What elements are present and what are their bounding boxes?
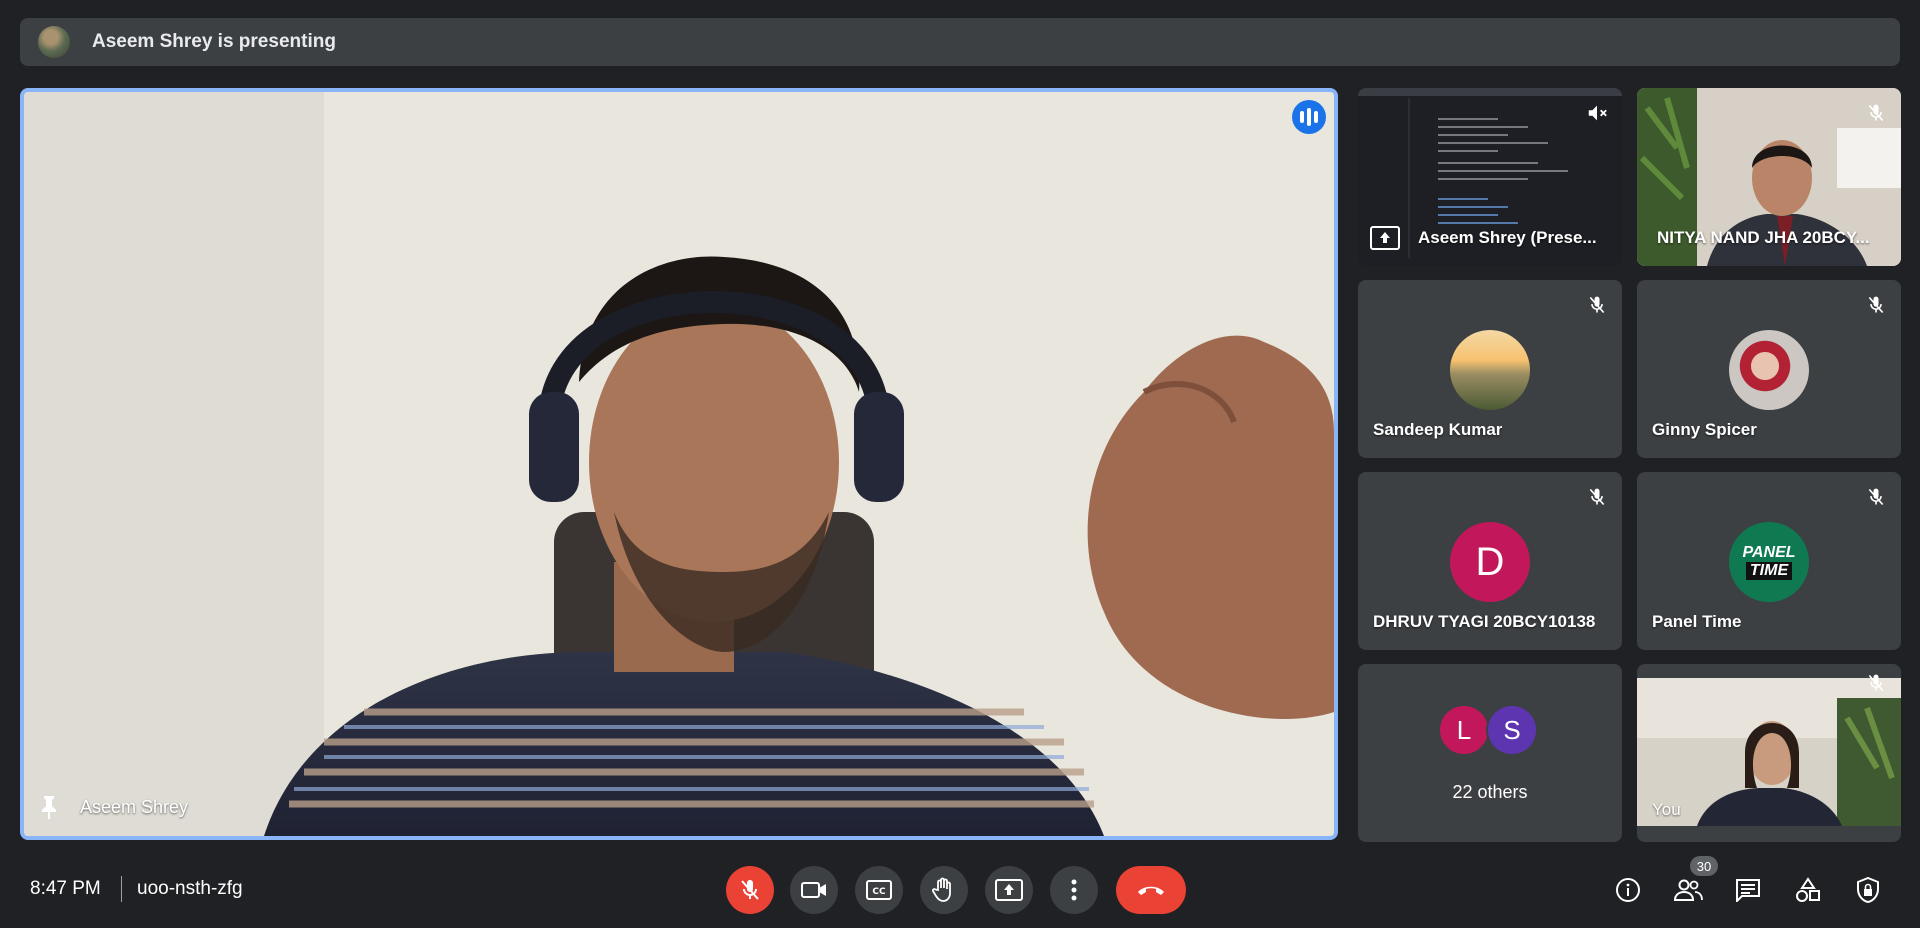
avatar-initial: D bbox=[1475, 539, 1505, 584]
people-icon bbox=[1673, 879, 1703, 901]
presentation-tile[interactable]: Aseem Shrey (Prese... bbox=[1358, 88, 1622, 266]
mic-off-icon bbox=[1861, 482, 1891, 512]
activities-icon bbox=[1796, 877, 1820, 902]
logo-line-2: TIME bbox=[1745, 562, 1793, 580]
leave-call-button[interactable] bbox=[1116, 866, 1186, 914]
mic-off-icon bbox=[1861, 290, 1891, 320]
tile-name-you: You bbox=[1652, 800, 1681, 819]
main-speaker-tile[interactable]: Aseem Shrey bbox=[20, 88, 1338, 840]
mic-off-icon bbox=[1861, 668, 1891, 698]
present-now-button[interactable] bbox=[985, 866, 1033, 914]
avatar-initial: L bbox=[1456, 714, 1472, 745]
mic-off-icon bbox=[741, 880, 759, 900]
pin-icon[interactable] bbox=[38, 794, 60, 820]
present-screen-icon bbox=[1370, 226, 1400, 250]
divider bbox=[121, 876, 122, 902]
host-controls-button[interactable] bbox=[1852, 874, 1884, 906]
mic-off-icon bbox=[1582, 290, 1612, 320]
mic-off-icon bbox=[1861, 98, 1891, 128]
avatar-dhruv: D bbox=[1450, 522, 1530, 602]
others-avatars: L S bbox=[1358, 704, 1622, 756]
chat-button[interactable] bbox=[1732, 874, 1764, 906]
present-screen-icon bbox=[995, 879, 1023, 901]
info-icon bbox=[1616, 878, 1640, 902]
raise-hand-button[interactable] bbox=[920, 866, 968, 914]
speaking-indicator-icon bbox=[1292, 100, 1326, 134]
control-bar: 8:47 PM uoo-nsth-zfg CC 30 bbox=[0, 852, 1920, 928]
hand-icon bbox=[932, 877, 951, 902]
clock: 8:47 PM bbox=[30, 878, 101, 899]
avatar-s: S bbox=[1486, 704, 1538, 756]
participants-count-badge: 30 bbox=[1690, 856, 1718, 876]
people-button[interactable] bbox=[1672, 874, 1704, 906]
participant-tile-dhruv[interactable]: D DHRUV TYAGI 20BCY10138 bbox=[1358, 472, 1622, 650]
hangup-icon bbox=[1138, 886, 1164, 895]
mic-off-icon bbox=[1582, 482, 1612, 512]
others-count-label: 22 others bbox=[1452, 782, 1528, 802]
logo-line-1: PANEL bbox=[1742, 544, 1796, 561]
tile-name-nitya: NITYA NAND JHA 20BCY... bbox=[1657, 228, 1870, 247]
camera-toggle-button[interactable] bbox=[790, 866, 838, 914]
self-view-tile[interactable]: You bbox=[1637, 664, 1901, 842]
tile-name-panel-time: Panel Time bbox=[1652, 612, 1742, 631]
captions-button[interactable]: CC bbox=[855, 866, 903, 914]
meeting-code: uoo-nsth-zfg bbox=[137, 878, 243, 899]
tile-name-ginny: Ginny Spicer bbox=[1652, 420, 1757, 439]
activities-button[interactable] bbox=[1792, 874, 1824, 906]
chat-icon bbox=[1736, 879, 1760, 902]
participant-tile-panel-time[interactable]: PANEL TIME Panel Time bbox=[1637, 472, 1901, 650]
presenter-avatar bbox=[38, 26, 70, 58]
camera-icon bbox=[801, 882, 826, 898]
avatar-panel-time-logo: PANEL TIME bbox=[1729, 522, 1809, 602]
speaker-name: Aseem Shrey bbox=[80, 797, 189, 817]
avatar-initial: S bbox=[1503, 714, 1521, 745]
tile-name-presentation: Aseem Shrey (Prese... bbox=[1418, 228, 1597, 247]
participant-tile-nitya[interactable]: NITYA NAND JHA 20BCY... bbox=[1637, 88, 1901, 266]
captions-icon: CC bbox=[866, 880, 892, 900]
more-vert-icon bbox=[1071, 879, 1077, 901]
tile-name-sandeep: Sandeep Kumar bbox=[1373, 420, 1503, 439]
meeting-details-button[interactable] bbox=[1612, 874, 1644, 906]
avatar-l: L bbox=[1438, 704, 1490, 756]
avatar-ginny bbox=[1729, 330, 1809, 410]
more-options-button[interactable] bbox=[1050, 866, 1098, 914]
avatar-sandeep bbox=[1450, 330, 1530, 410]
svg-text:CC: CC bbox=[872, 887, 886, 897]
others-tile[interactable]: L S 22 others bbox=[1358, 664, 1622, 842]
participant-tile-sandeep[interactable]: Sandeep Kumar bbox=[1358, 280, 1622, 458]
participant-tile-ginny[interactable]: Ginny Spicer bbox=[1637, 280, 1901, 458]
presenting-banner: Aseem Shrey is presenting bbox=[20, 18, 1900, 66]
speaker-video bbox=[24, 92, 1334, 836]
mic-toggle-button[interactable] bbox=[726, 866, 774, 914]
presenting-text: Aseem Shrey is presenting bbox=[92, 31, 336, 52]
speaker-muted-icon bbox=[1582, 98, 1612, 128]
shield-lock-icon bbox=[1857, 877, 1879, 903]
tile-name-dhruv: DHRUV TYAGI 20BCY10138 bbox=[1373, 612, 1596, 631]
